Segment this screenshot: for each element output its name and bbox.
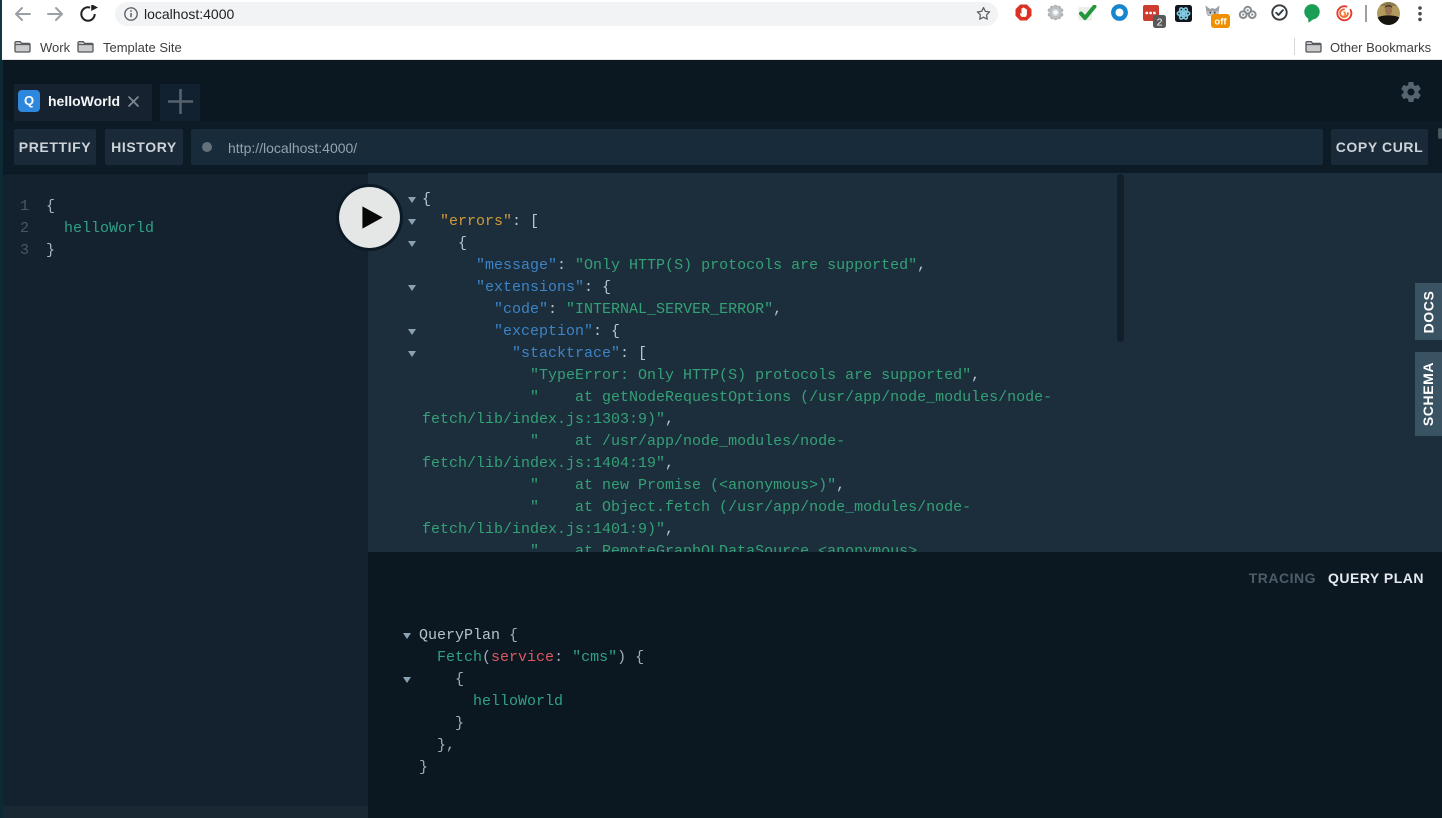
svg-text:2: 2 [1157, 16, 1163, 28]
svg-text:off: off [1214, 17, 1227, 28]
